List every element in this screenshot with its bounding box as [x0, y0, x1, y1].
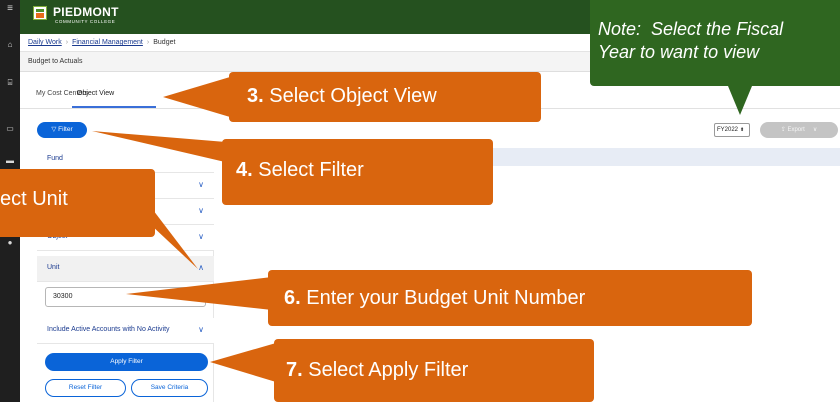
callout-arrow-3 — [163, 77, 230, 117]
callout-step-3-number: 3. — [247, 85, 264, 107]
callout-step-6: 6. Enter your Budget Unit Number — [268, 270, 752, 326]
screen: ≡ ⌂ ⌸ ▭ ▬ ● PIEDMONT COMMUNITY COLLEGE D… — [0, 0, 840, 402]
callout-step-3: 3. Select Object View — [229, 72, 541, 122]
callout-arrow-4 — [92, 131, 238, 165]
note-arrow — [728, 86, 752, 115]
callout-step-5: ect Unit — [0, 169, 155, 237]
callout-step-3-text: Select Object View — [263, 85, 437, 107]
callout-step-6-text: Enter your Budget Unit Number — [300, 287, 586, 309]
callout-step-7-number: 7. — [286, 359, 303, 381]
callout-step-5-text: ect Unit — [0, 188, 68, 210]
fiscal-year-note: Note: Select the Fiscal Year to want to … — [590, 0, 840, 86]
callout-step-6-number: 6. — [284, 287, 301, 309]
callout-arrow-7 — [210, 343, 276, 382]
callout-step-7: 7. Select Apply Filter — [274, 339, 594, 402]
callout-arrow-6 — [126, 277, 272, 310]
callout-step-7-text: Select Apply Filter — [302, 359, 469, 381]
callout-step-4-number: 4. — [236, 159, 253, 181]
callout-step-4-text: Select Filter — [252, 159, 364, 181]
fiscal-year-note-text: Note: Select the Fiscal Year to want to … — [598, 19, 784, 62]
callout-step-4: 4. Select Filter — [222, 139, 493, 205]
callout-arrow-5 — [150, 206, 198, 269]
